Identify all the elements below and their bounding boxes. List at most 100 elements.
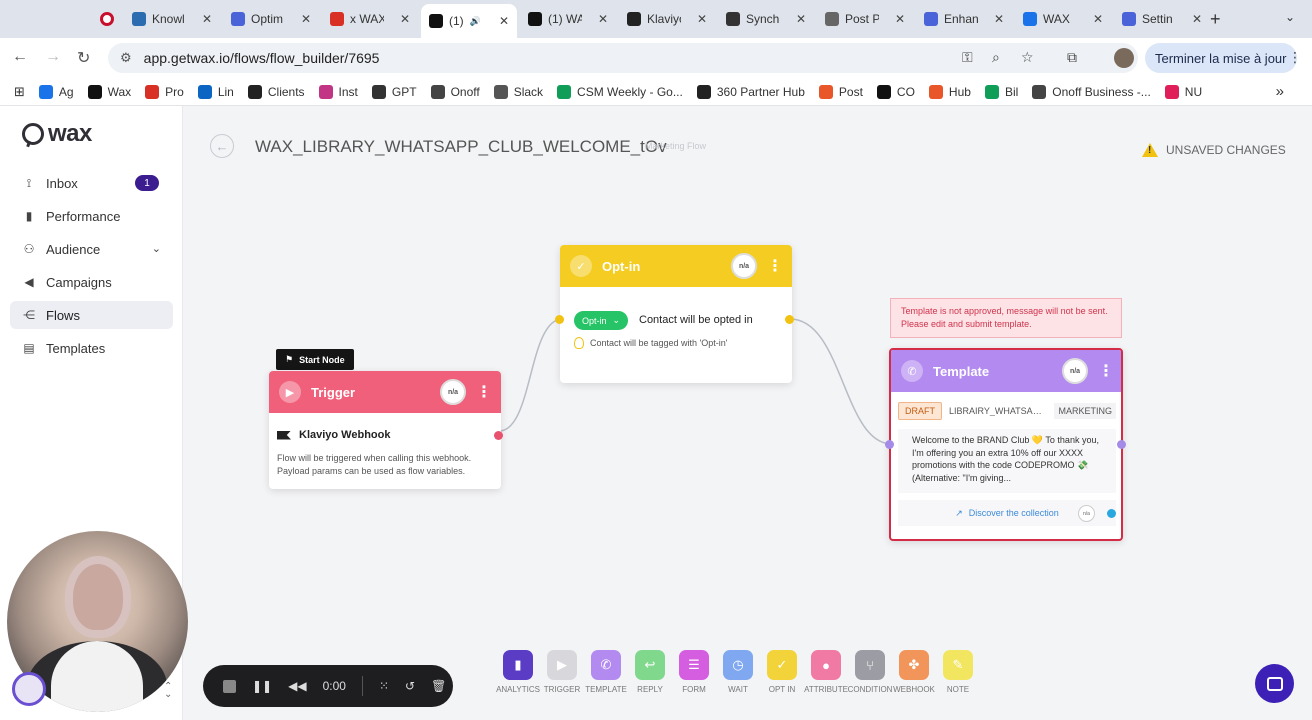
apps-grid-icon[interactable]: ⊞ <box>14 84 25 100</box>
more-bookmarks-icon[interactable]: » <box>1276 83 1284 100</box>
browser-tab[interactable]: (1) WA ✕ <box>520 5 616 33</box>
template-menu-icon[interactable]: ⋮ <box>1098 361 1114 381</box>
flow-canvas[interactable]: ← WAX_LIBRARY_WHATSAPP_CLUB_WELCOME_tOv … <box>183 106 1312 720</box>
bookmark-item[interactable]: Ag <box>38 84 74 99</box>
trigger-menu-icon[interactable]: ⋮ <box>476 382 492 402</box>
template-node-header[interactable]: ✆ Template n/a ⋮ <box>891 350 1121 392</box>
trigger-output-port[interactable] <box>494 431 503 440</box>
sidebar-item-campaigns[interactable]: ◀ Campaigns <box>10 268 173 296</box>
url-bar[interactable]: ⚙ app.getwax.io/flows/flow_builder/7695 <box>108 43 1138 73</box>
forward-arrow-icon[interactable]: → <box>45 48 61 66</box>
tool-wait[interactable]: ◷ WAIT <box>723 650 753 694</box>
chevron-down-icon[interactable]: ⌄ <box>152 242 161 255</box>
optin-node-header[interactable]: ✓ Opt-in n/a ⋮ <box>560 245 792 287</box>
close-tab-icon[interactable]: ✕ <box>499 14 509 28</box>
button-output-port[interactable] <box>1107 509 1116 518</box>
close-tab-icon[interactable]: ✕ <box>1192 12 1202 26</box>
browser-tab[interactable]: Enhan ✕ <box>916 5 1012 33</box>
star-bookmark-icon[interactable]: ☆ <box>1021 49 1034 66</box>
close-tab-icon[interactable]: ✕ <box>301 12 311 26</box>
tool-note[interactable]: ✎ NOTE <box>943 650 973 694</box>
optin-node[interactable]: ✓ Opt-in n/a ⋮ Opt-in ⌄ Contact will be … <box>555 245 794 383</box>
browser-tab[interactable]: x WAX ✕ <box>322 5 418 33</box>
bookmark-item[interactable]: Slack <box>493 84 543 99</box>
bookmark-item[interactable]: Pro <box>145 84 184 99</box>
tool-attribute[interactable]: ● ATTRIBUTE <box>804 650 848 694</box>
optin-select[interactable]: Opt-in ⌄ <box>574 311 629 330</box>
browser-tab[interactable]: Post P ✕ <box>817 5 913 33</box>
bookmark-item[interactable]: Hub <box>928 84 971 99</box>
bookmark-item[interactable]: Post <box>818 84 863 99</box>
support-chat-button[interactable] <box>1255 664 1294 703</box>
template-node[interactable]: ✆ Template n/a ⋮ DRAFT LIBRAIRY_WHATSAPP… <box>885 348 1126 541</box>
browser-tab[interactable]: WAX ✕ <box>1015 5 1111 33</box>
optin-output-port[interactable] <box>785 315 794 324</box>
close-tab-icon[interactable]: ✕ <box>598 12 608 26</box>
template-stats-badge[interactable]: n/a <box>1062 358 1088 384</box>
zoom-icon[interactable]: ⌕ <box>992 49 1000 66</box>
browser-tab[interactable]: Optim ✕ <box>223 5 319 33</box>
restart-icon[interactable]: ↺ <box>405 679 415 693</box>
tool-reply[interactable]: ↩ REPLY <box>635 650 665 694</box>
close-tab-icon[interactable]: ✕ <box>796 12 806 26</box>
trash-icon[interactable]: 🗑 <box>431 679 446 693</box>
stop-recording-button[interactable] <box>223 679 236 693</box>
bookmark-item[interactable]: Onoff <box>430 84 480 99</box>
close-tab-icon[interactable]: ✕ <box>994 12 1004 26</box>
bookmark-item[interactable]: Clients <box>247 84 305 99</box>
tool-template[interactable]: ✆ TEMPLATE <box>585 650 627 694</box>
sidebar-item-inbox[interactable]: ⟟ Inbox 1 <box>10 169 173 197</box>
grid-icon[interactable]: ⁙ <box>379 679 389 693</box>
bookmark-item[interactable]: Onoff Business -... <box>1032 84 1151 99</box>
bookmark-item[interactable]: GPT <box>371 84 417 99</box>
close-tab-icon[interactable]: ✕ <box>202 12 212 26</box>
template-input-port[interactable] <box>885 440 894 449</box>
tool-opt-in[interactable]: ✓ OPT IN <box>767 650 797 694</box>
bookmark-item[interactable]: NU <box>1164 84 1202 99</box>
wax-logo[interactable]: wax <box>22 120 92 148</box>
browser-tab[interactable]: (1) 🔊 ✕ <box>421 4 517 38</box>
optin-stats-badge[interactable]: n/a <box>731 253 757 279</box>
tool-condition[interactable]: ⑂ CONDITION <box>848 650 892 694</box>
reload-icon[interactable]: ↻ <box>77 48 90 68</box>
tool-analytics[interactable]: ▮ ANALYTICS <box>496 650 540 694</box>
rewind-icon[interactable]: ◀◀ <box>288 679 306 693</box>
browser-tab[interactable]: Klaviyo ✕ <box>619 5 715 33</box>
button-stats-badge[interactable]: n/a <box>1078 505 1095 522</box>
close-tab-icon[interactable]: ✕ <box>1093 12 1103 26</box>
bookmark-item[interactable]: CO <box>876 84 915 99</box>
close-tab-icon[interactable]: ✕ <box>697 12 707 26</box>
bookmark-item[interactable]: Inst <box>318 84 358 99</box>
back-arrow-icon[interactable]: ← <box>12 48 28 66</box>
key-icon[interactable]: ⚿ <box>962 49 973 66</box>
trigger-node-header[interactable]: ▶ Trigger n/a ⋮ <box>269 371 501 413</box>
expand-collapse-icon[interactable]: ⌃ ⌄ <box>164 682 172 700</box>
trigger-node[interactable]: ▶ Trigger n/a ⋮ Klaviyo Webhook Flow wil… <box>269 371 503 489</box>
tool-form[interactable]: ☰ FORM <box>679 650 709 694</box>
browser-tab[interactable]: Synch ✕ <box>718 5 814 33</box>
profile-avatar[interactable] <box>1114 48 1134 68</box>
extensions-icon[interactable]: ⧉ <box>1067 49 1077 66</box>
browser-tab[interactable]: Knowl ✕ <box>124 5 220 33</box>
bookmark-item[interactable]: Lin <box>197 84 234 99</box>
bookmark-item[interactable]: CSM Weekly - Go... <box>557 84 683 99</box>
tab-search-chevron-icon[interactable]: ⌄ <box>1285 10 1295 24</box>
optin-input-port[interactable] <box>555 315 564 324</box>
pause-icon[interactable]: ❚❚ <box>252 679 272 693</box>
speaker-icon[interactable]: 🔊 <box>470 16 481 27</box>
browser-tab[interactable] <box>92 5 116 33</box>
menu-kebab-icon[interactable]: ⋮ <box>1288 49 1302 66</box>
update-browser-button[interactable]: Terminer la mise à jour <box>1145 43 1297 73</box>
template-output-port[interactable] <box>1117 440 1126 449</box>
recorder-avatar[interactable] <box>12 672 46 706</box>
sidebar-item-audience[interactable]: ⚇ Audience ⌄ <box>10 235 173 263</box>
sidebar-item-flows[interactable]: ⋲ Flows <box>10 301 173 329</box>
optin-menu-icon[interactable]: ⋮ <box>767 256 783 276</box>
close-tab-icon[interactable]: ✕ <box>400 12 410 26</box>
tool-trigger[interactable]: ▶ TRIGGER <box>544 650 580 694</box>
sidebar-item-templates[interactable]: ▤ Templates <box>10 334 173 362</box>
bookmark-item[interactable]: Wax <box>87 84 131 99</box>
site-settings-icon[interactable]: ⚙ <box>120 50 132 66</box>
trigger-stats-badge[interactable]: n/a <box>440 379 466 405</box>
bookmark-item[interactable]: 360 Partner Hub <box>696 84 805 99</box>
